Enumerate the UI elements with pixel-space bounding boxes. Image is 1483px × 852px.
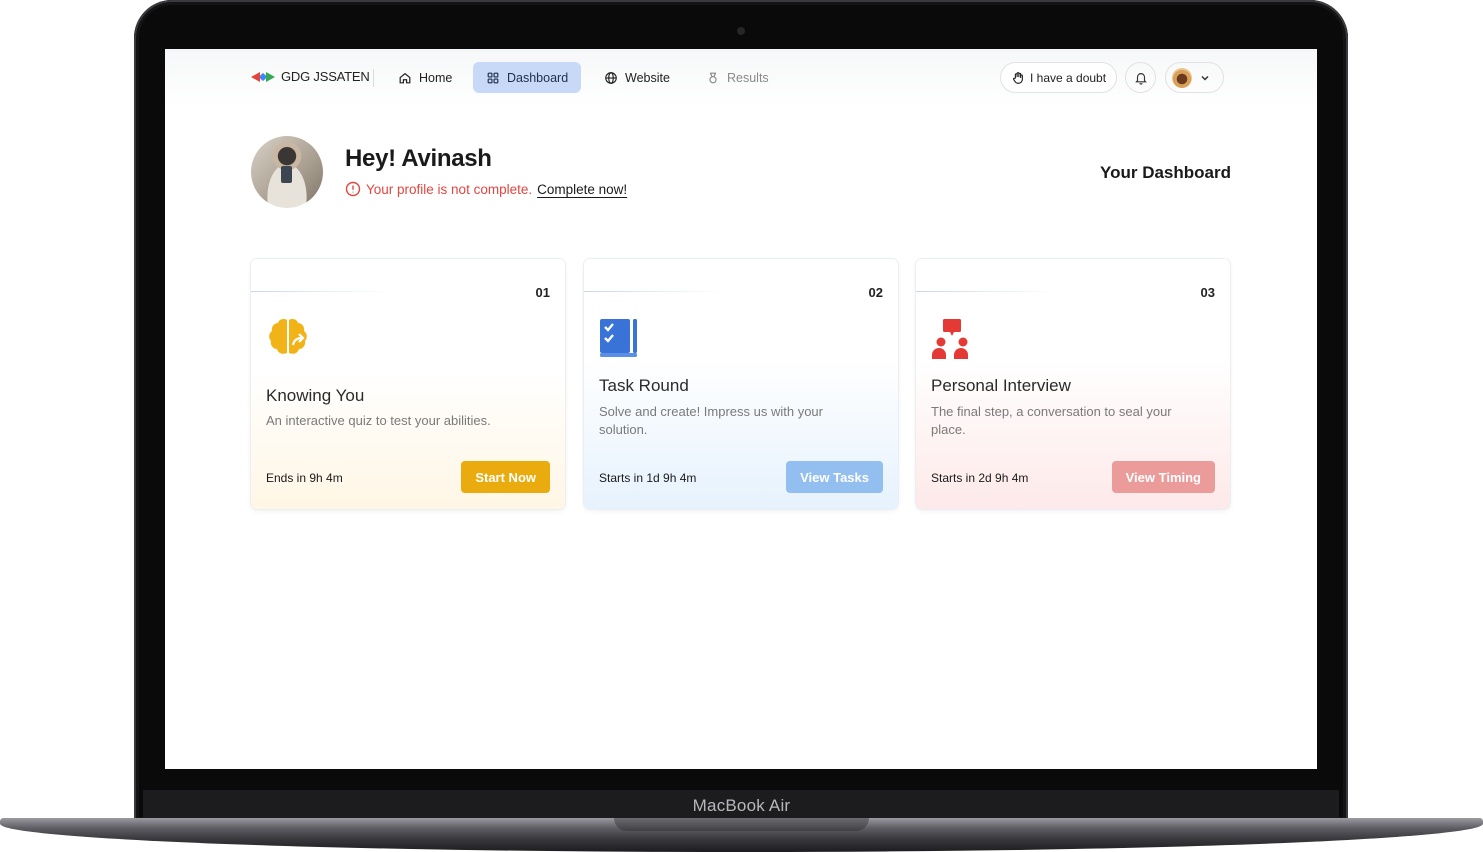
profile-menu-button[interactable] (1165, 62, 1224, 93)
card-description: Solve and create! Impress us with your s… (599, 404, 823, 437)
doubt-label: I have a doubt (1030, 70, 1107, 85)
profile-warning: Your profile is not complete. Complete n… (345, 181, 627, 197)
user-avatar[interactable] (251, 136, 323, 208)
card-description: The final step, a conversation to seal y… (931, 404, 1172, 437)
nav-item-results[interactable]: Results (693, 62, 782, 93)
brand[interactable]: GDG JSSATEN (251, 69, 370, 84)
nav-item-dashboard[interactable]: Dashboard (473, 62, 582, 93)
nav-item-home[interactable]: Home (385, 62, 465, 93)
card-title: Knowing You (266, 386, 365, 405)
laptop-mockup: MacBook Air GDG JSSATEN Home Dashboard W… (0, 0, 1483, 852)
bell-icon (1134, 72, 1147, 85)
round-card-knowing-you: 01 Knowing You An interactive quiz to te… (251, 259, 565, 509)
brain-icon (269, 319, 307, 354)
chevron-down-icon (1201, 75, 1209, 81)
view-tasks-button[interactable]: View Tasks (786, 461, 883, 493)
gdg-logo-icon (251, 70, 275, 84)
card-title: Task Round (599, 376, 689, 395)
round-card-personal-interview: 03 Personal Interview The final step, a … (916, 259, 1230, 509)
brand-name: GDG JSSATEN (281, 69, 370, 84)
home-icon (399, 72, 411, 83)
alert-circle-icon (345, 181, 361, 197)
card-number: 01 (535, 285, 550, 300)
card-divider (251, 291, 391, 292)
app-screen: GDG JSSATEN Home Dashboard Website Resul… (165, 49, 1317, 769)
doubt-button[interactable]: I have a doubt (1000, 62, 1118, 93)
card-divider (584, 291, 724, 292)
page-greeting: Hey! Avinash (345, 145, 492, 172)
top-navbar: GDG JSSATEN Home Dashboard Website Resul… (165, 49, 1317, 107)
notifications-button[interactable] (1125, 62, 1156, 93)
card-timer: Ends in 9h 4m (266, 471, 343, 485)
camera-icon (737, 27, 745, 35)
nav-label: Dashboard (507, 70, 569, 85)
medal-icon (709, 72, 717, 83)
view-timing-button[interactable]: View Timing (1111, 461, 1215, 493)
task-book-icon (600, 319, 637, 357)
card-timer: Starts in 1d 9h 4m (599, 471, 697, 485)
card-description: An interactive quiz to test your abiliti… (266, 413, 491, 428)
nav-label: Home (419, 70, 453, 85)
card-number: 03 (1200, 285, 1215, 300)
card-title: Personal Interview (931, 376, 1071, 395)
complete-profile-link[interactable]: Complete now! (537, 182, 627, 197)
nav-label: Website (625, 70, 670, 85)
nav-divider (373, 69, 374, 87)
warning-text: Your profile is not complete. (366, 181, 533, 197)
card-timer: Starts in 2d 9h 4m (931, 471, 1029, 485)
interview-icon (932, 319, 968, 359)
nav-label: Results (727, 70, 769, 85)
page-title: Your Dashboard (1100, 163, 1231, 182)
globe-icon (605, 71, 617, 84)
round-card-task-round: 02 Task Round Solve and create! Impress … (584, 259, 898, 509)
start-now-button[interactable]: Start Now (461, 461, 550, 493)
avatar (1172, 67, 1192, 88)
hand-icon (1013, 71, 1023, 84)
device-label: MacBook Air (692, 796, 791, 815)
nav-item-website[interactable]: Website (591, 62, 683, 93)
card-divider (916, 291, 1056, 292)
grid-icon (487, 72, 499, 83)
card-number: 02 (868, 285, 883, 300)
laptop-notch (614, 818, 869, 831)
